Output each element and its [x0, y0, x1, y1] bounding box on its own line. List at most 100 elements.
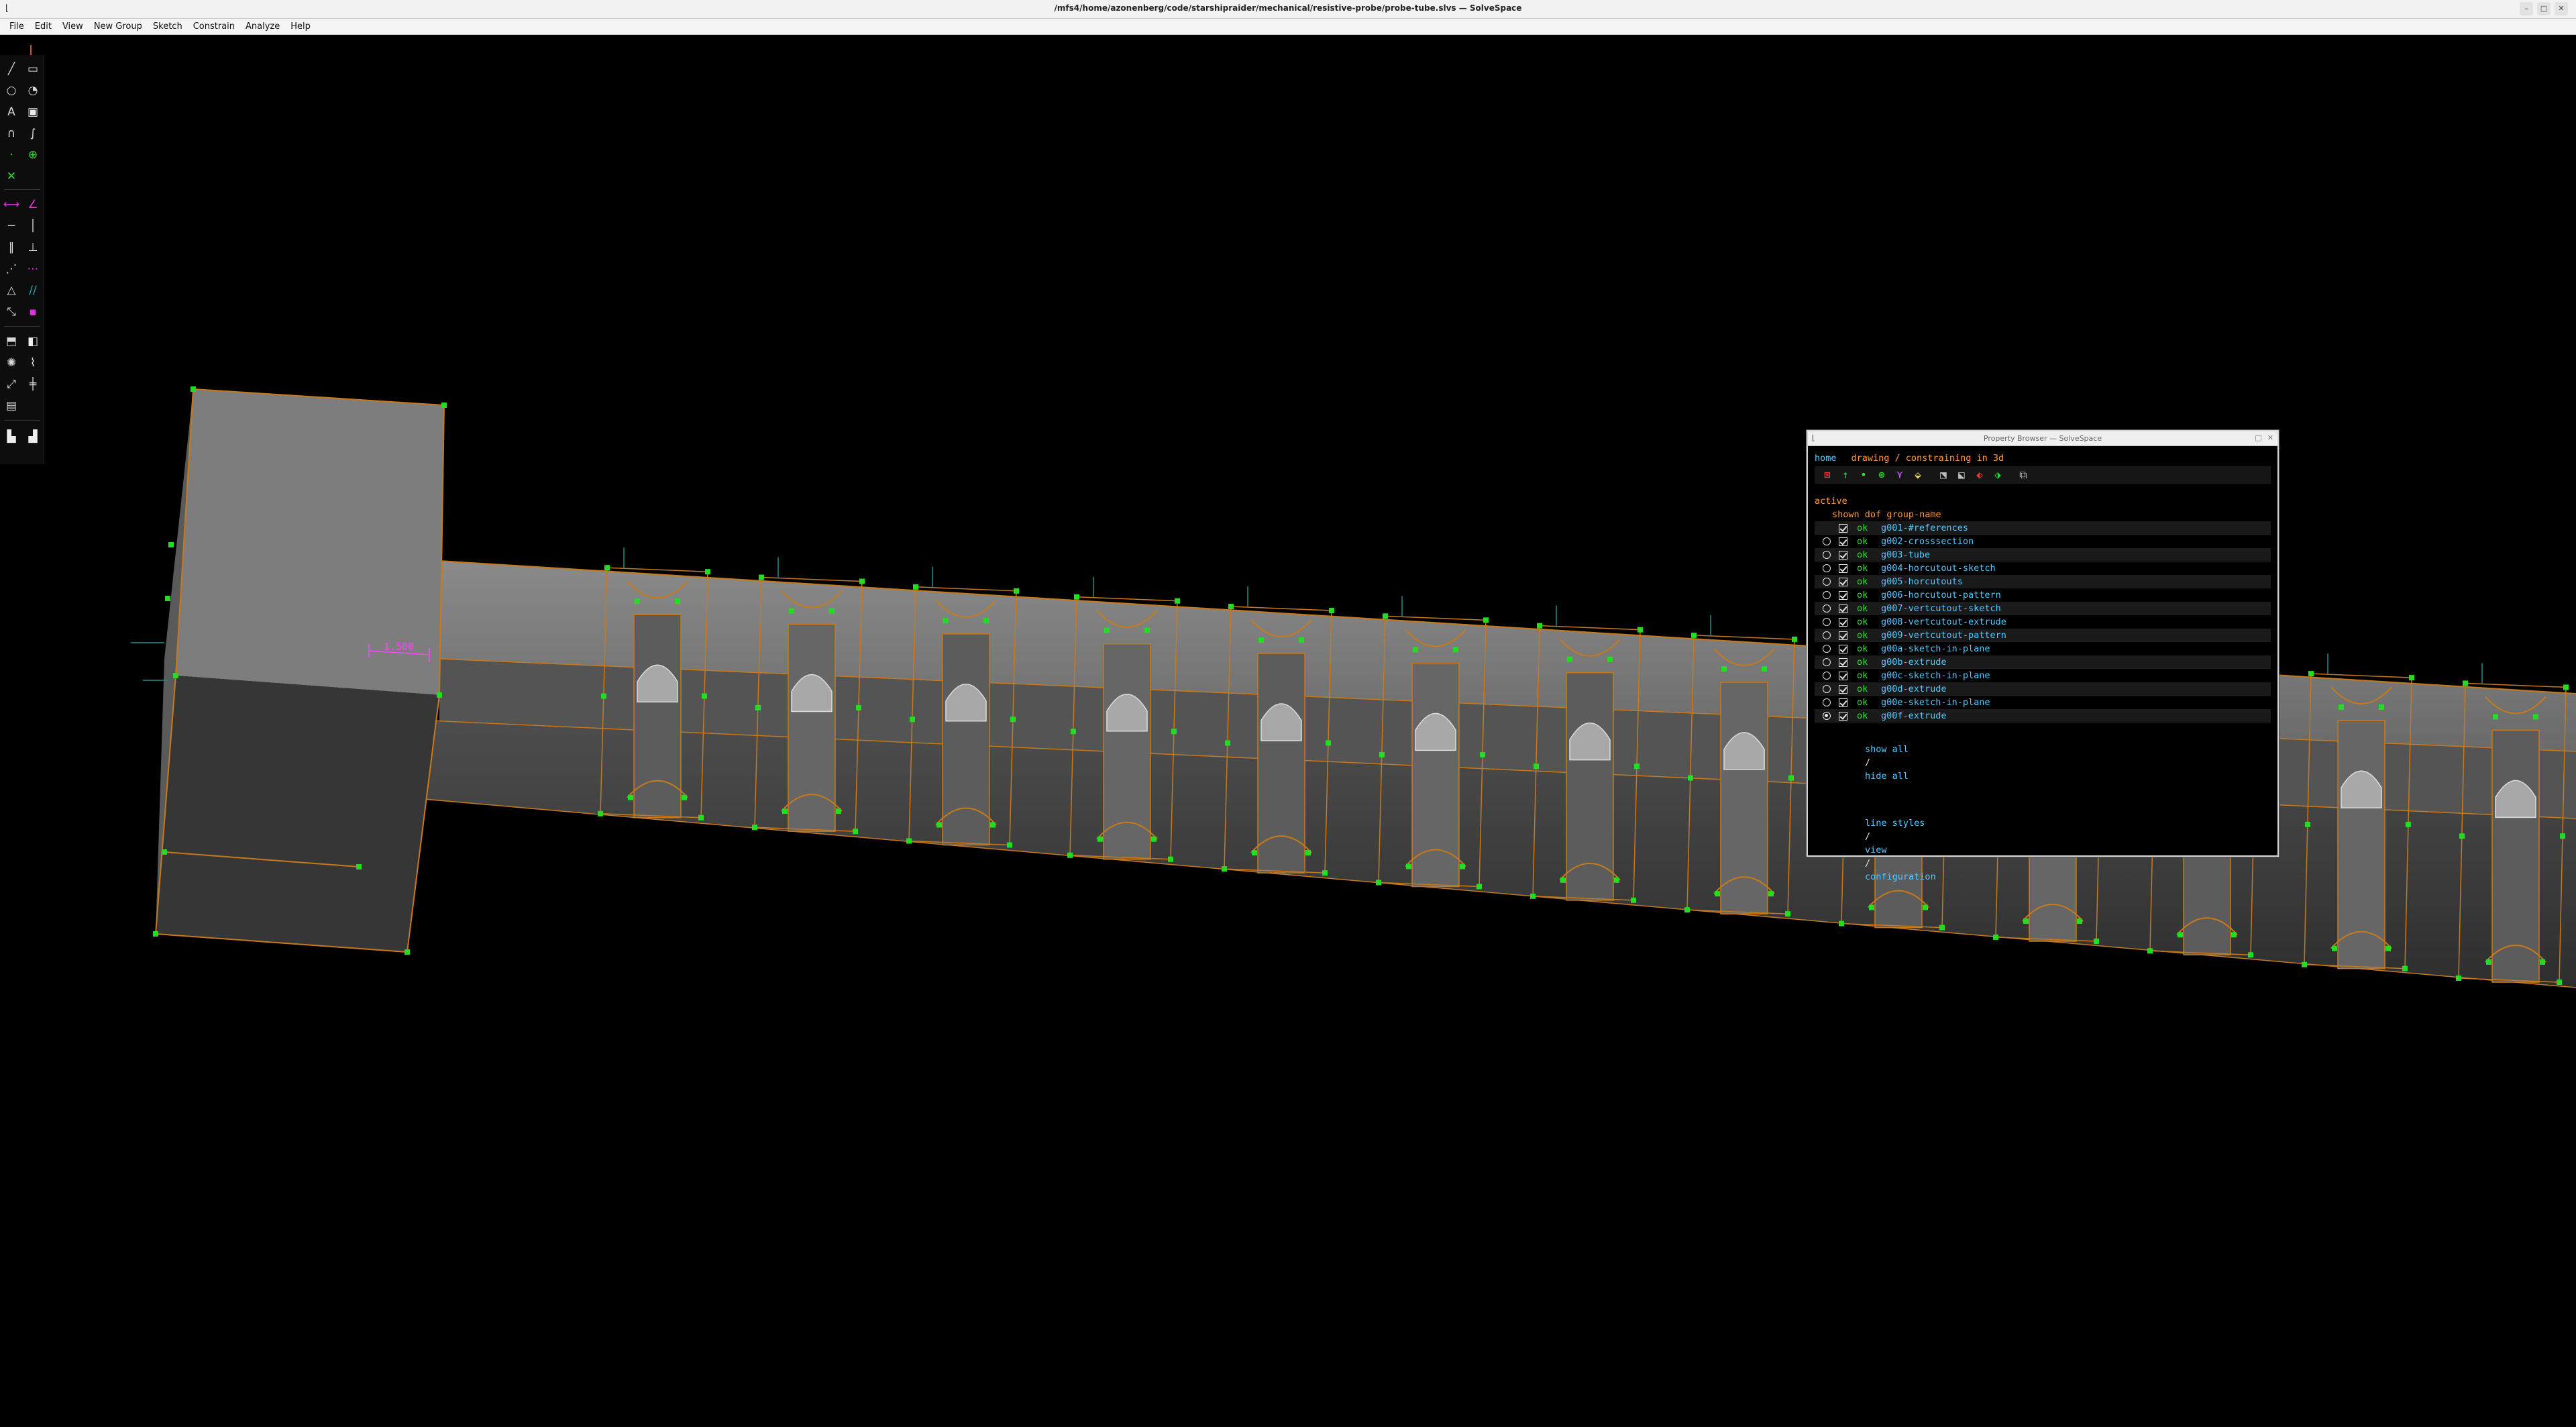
sketch-point[interactable] [1074, 594, 1079, 600]
sketch-point[interactable] [1607, 656, 1613, 662]
sketch-point[interactable] [191, 386, 196, 392]
group-name-link[interactable]: g008-vertcutout-extrude [1881, 615, 2006, 629]
sketch-point[interactable] [789, 608, 794, 614]
sketch-point[interactable] [2385, 945, 2391, 951]
horizontal-icon[interactable]: ─ [3, 217, 20, 235]
parallel-icon[interactable]: ∥ [3, 239, 20, 256]
sketch-point[interactable] [2486, 959, 2491, 965]
sketch-point[interactable] [1252, 850, 1257, 856]
active-group-radio[interactable] [1823, 672, 1831, 680]
menu-constrain[interactable]: Constrain [188, 21, 240, 32]
sketch-point[interactable] [1684, 907, 1690, 913]
sketch-point[interactable] [2379, 704, 2384, 710]
sketch-point[interactable] [2178, 932, 2183, 938]
group-row[interactable]: ok g002-crosssection [1815, 535, 2271, 548]
shown-checkbox[interactable] [1839, 577, 1847, 586]
sketch-point[interactable] [1762, 666, 1767, 672]
group-row[interactable]: ok g001-#references [1815, 521, 2271, 535]
maximize-icon[interactable]: □ [2255, 433, 2261, 442]
circle-icon[interactable]: ○ [3, 82, 20, 99]
sketch-point[interactable] [705, 569, 710, 575]
step-translate-icon[interactable]: ⤢ [3, 376, 20, 393]
group-row[interactable]: ok g006-horcutout-pattern [1815, 588, 2271, 602]
sketch-point[interactable] [1151, 836, 1157, 842]
group-row[interactable]: ok g003-tube [1815, 548, 2271, 562]
sketch-point[interactable] [752, 825, 757, 831]
sketch-point[interactable] [1007, 842, 1012, 848]
shown-checkbox[interactable] [1839, 550, 1847, 560]
sketch-point[interactable] [1104, 627, 1110, 633]
sketch-point[interactable] [405, 949, 410, 955]
sketch-point[interactable] [2339, 704, 2344, 710]
sketch-point[interactable] [1175, 598, 1180, 604]
sketch-point[interactable] [1071, 729, 1076, 735]
sketch-point[interactable] [2563, 684, 2569, 690]
sketch-point[interactable] [1144, 627, 1150, 633]
group-row[interactable]: ok g009-vertcutout-pattern [1815, 629, 2271, 642]
sketch-point[interactable] [1376, 880, 1381, 886]
active-group-radio[interactable] [1823, 645, 1831, 653]
sketch-point[interactable] [2402, 965, 2408, 971]
sketch-point[interactable] [1258, 637, 1264, 643]
sketch-point[interactable] [2305, 821, 2310, 827]
sketch-point[interactable] [1768, 891, 1774, 897]
sketch-point[interactable] [943, 617, 949, 623]
sketch-point[interactable] [1537, 623, 1542, 629]
sketch-point[interactable] [1010, 717, 1016, 723]
sketch-point[interactable] [856, 704, 861, 710]
close-button[interactable]: ✕ [2555, 2, 2568, 15]
sketch-point[interactable] [1614, 877, 1619, 883]
sketch-point[interactable] [628, 794, 633, 800]
sketch-point[interactable] [1530, 893, 1536, 899]
sketch-point[interactable] [1168, 856, 1173, 862]
sketch-point[interactable] [853, 829, 858, 835]
home-link[interactable]: home [1815, 452, 1837, 465]
sketch-point[interactable] [1014, 588, 1019, 594]
minimize-button[interactable]: – [2520, 2, 2533, 15]
shown-checkbox[interactable] [1839, 684, 1847, 694]
group-row[interactable]: ok g00c-sketch-in-plane [1815, 669, 2271, 682]
shown-checkbox[interactable] [1839, 698, 1847, 707]
sketch-point[interactable] [1993, 934, 1998, 940]
group-name-link[interactable]: g009-vertcutout-pattern [1881, 629, 2006, 642]
shown-checkbox[interactable] [1839, 523, 1847, 533]
ortho-icon[interactable]: ⧉ [2016, 468, 2031, 482]
point-on-line-icon[interactable]: ⋰ [3, 260, 20, 278]
group-name-link[interactable]: g002-crosssection [1881, 535, 1974, 548]
group-name-link[interactable]: g005-horcutouts [1881, 575, 1963, 588]
revolve-icon[interactable]: ✺ [3, 354, 20, 372]
sketch-point[interactable] [1171, 729, 1177, 735]
sketch-point[interactable] [859, 578, 865, 584]
sketch-point[interactable] [2409, 675, 2414, 681]
group-row[interactable]: ok g005-horcutouts [1815, 575, 2271, 588]
sketch-point[interactable] [1480, 751, 1485, 757]
group-name-link[interactable]: g001-#references [1881, 521, 1968, 535]
sketch-point[interactable] [1785, 911, 1790, 917]
helix-icon[interactable]: ⌇ [24, 354, 42, 372]
construction-icon[interactable]: ⬙ [1911, 468, 1925, 482]
sketch-point[interactable] [2308, 671, 2314, 677]
sketch-point[interactable] [2332, 945, 2337, 951]
sketch-point[interactable] [168, 542, 174, 547]
sketch-point[interactable] [906, 838, 912, 844]
view-link[interactable]: view [1865, 845, 1887, 855]
text-icon[interactable]: A [3, 103, 20, 121]
sketch-point[interactable] [598, 810, 603, 816]
line-icon[interactable]: ╱ [3, 60, 20, 78]
extrude-icon[interactable]: ⬒ [3, 333, 20, 350]
sketch-point[interactable] [829, 608, 835, 614]
sketch-point[interactable] [1383, 613, 1388, 619]
faces-icon[interactable]: ⋎ [1892, 468, 1907, 482]
group-name-link[interactable]: g006-horcutout-pattern [1881, 588, 2001, 602]
sketch-point[interactable] [1792, 636, 1797, 642]
active-group-radio[interactable] [1823, 564, 1831, 572]
sketch-point[interactable] [601, 693, 606, 699]
step-rotate-icon[interactable]: ╪ [24, 376, 42, 393]
menu-sketch[interactable]: Sketch [148, 21, 188, 32]
menu-edit[interactable]: Edit [30, 21, 57, 32]
sketch-point[interactable] [1483, 617, 1489, 623]
sketch-point[interactable] [1097, 836, 1103, 842]
group-name-link[interactable]: g004-horcutout-sketch [1881, 562, 1996, 575]
menu-help[interactable]: Help [285, 21, 316, 32]
sketch-point[interactable] [682, 794, 687, 800]
